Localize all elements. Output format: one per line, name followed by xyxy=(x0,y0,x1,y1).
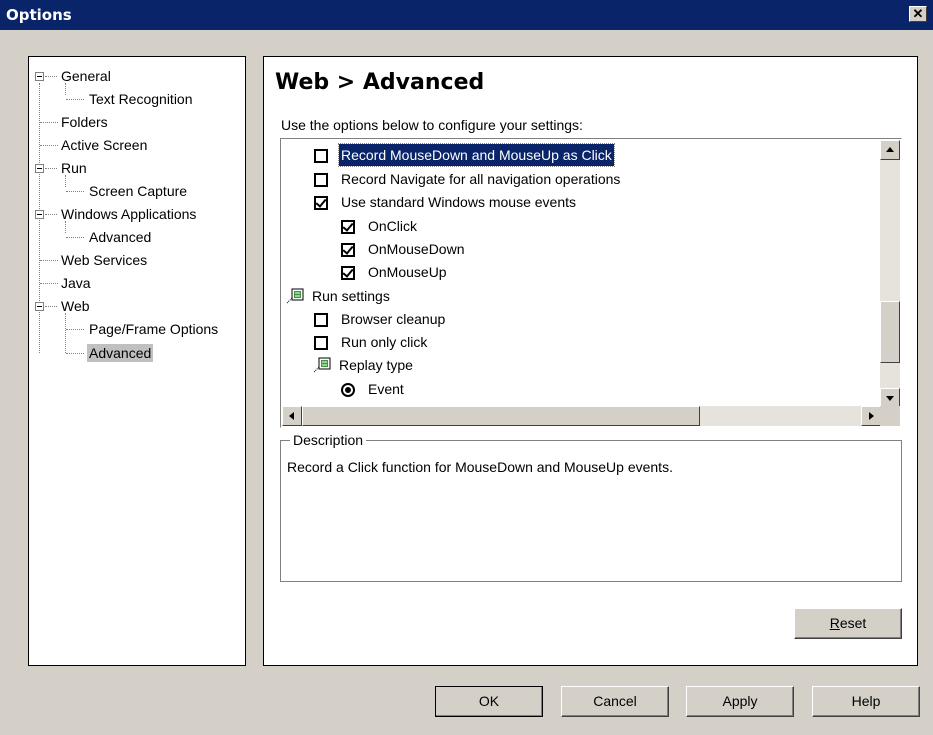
collapse-icon[interactable] xyxy=(35,210,44,219)
checkbox[interactable] xyxy=(314,196,328,210)
settings-group-icon xyxy=(286,288,304,304)
tree-connector xyxy=(45,214,57,216)
reset-button-label: Reset xyxy=(829,615,867,631)
collapse-icon[interactable] xyxy=(35,302,44,311)
checkbox[interactable] xyxy=(314,313,328,327)
close-button[interactable]: ✕ xyxy=(909,6,927,22)
checkbox[interactable] xyxy=(314,149,328,163)
option-label: OnClick xyxy=(368,218,418,234)
options-tree[interactable]: General Text Recognition Folders Active … xyxy=(28,56,246,666)
tree-connector xyxy=(40,283,58,285)
collapse-icon[interactable] xyxy=(35,72,44,81)
scroll-thumb-horizontal[interactable] xyxy=(302,406,700,426)
tree-connector xyxy=(66,329,84,331)
title-bar: Options ✕ xyxy=(0,0,933,30)
option-label: Event xyxy=(368,381,404,397)
horizontal-scrollbar[interactable] xyxy=(282,406,881,426)
scroll-left-button[interactable] xyxy=(282,406,302,426)
help-button[interactable]: Help xyxy=(812,686,920,717)
tree-connector xyxy=(40,145,58,147)
tree-item-java[interactable]: Java xyxy=(61,274,91,292)
tree-connector xyxy=(66,191,84,193)
tree-connector xyxy=(45,168,57,170)
apply-button-label: Apply xyxy=(722,693,758,709)
group-label: Run settings xyxy=(312,288,390,304)
collapse-icon[interactable] xyxy=(35,164,44,173)
description-text: Record a Click function for MouseDown an… xyxy=(287,459,673,475)
cancel-button[interactable]: Cancel xyxy=(561,686,669,717)
option-label: Run only click xyxy=(341,334,428,350)
tree-connector xyxy=(45,306,57,308)
help-button-label: Help xyxy=(851,693,881,709)
option-label: Record Navigate for all navigation opera… xyxy=(341,171,621,187)
intro-text: Use the options below to configure your … xyxy=(281,117,583,133)
tree-item-page-frame-options[interactable]: Page/Frame Options xyxy=(89,320,218,338)
scroll-down-button[interactable] xyxy=(880,388,900,408)
option-label: Use standard Windows mouse events xyxy=(341,194,576,210)
checkbox[interactable] xyxy=(314,336,328,350)
checkbox[interactable] xyxy=(341,220,355,234)
checkbox[interactable] xyxy=(341,266,355,280)
vertical-scrollbar[interactable] xyxy=(880,140,900,408)
option-label: OnMouseUp xyxy=(368,264,447,280)
description-label: Description xyxy=(290,432,367,448)
tree-item-web-advanced[interactable]: Advanced xyxy=(87,344,154,362)
checkbox[interactable] xyxy=(341,243,355,257)
cancel-button-label: Cancel xyxy=(593,693,637,709)
ok-button[interactable]: OK xyxy=(435,686,543,717)
arrow-down-icon xyxy=(886,396,894,401)
tree-connector xyxy=(66,353,84,355)
tree-item-windows-advanced[interactable]: Advanced xyxy=(89,228,151,246)
tree-item-web[interactable]: Web xyxy=(61,297,90,315)
tree-item-folders[interactable]: Folders xyxy=(61,113,108,131)
tree-item-active-screen[interactable]: Active Screen xyxy=(61,136,147,154)
tree-connector xyxy=(40,122,58,124)
arrow-up-icon xyxy=(886,147,894,152)
tree-connector xyxy=(66,99,84,101)
options-list[interactable]: Record MouseDown and MouseUp as Click Re… xyxy=(280,138,902,428)
ok-button-label: OK xyxy=(478,693,500,709)
tree-item-general[interactable]: General xyxy=(61,67,111,85)
tree-item-web-services[interactable]: Web Services xyxy=(61,251,147,269)
checkbox[interactable] xyxy=(314,173,328,187)
page-title: Web > Advanced xyxy=(275,70,485,95)
option-label: Record MouseDown and MouseUp as Click xyxy=(338,143,615,167)
option-label: Browser cleanup xyxy=(341,311,446,327)
arrow-left-icon xyxy=(289,412,294,420)
scroll-up-button[interactable] xyxy=(880,140,900,160)
window-title: Options xyxy=(6,6,72,24)
scroll-corner xyxy=(880,406,900,426)
tree-item-run[interactable]: Run xyxy=(61,159,87,177)
tree-connector xyxy=(66,237,84,239)
tree-connector xyxy=(45,76,57,78)
option-label: OnMouseDown xyxy=(368,241,465,257)
tree-connector xyxy=(40,260,58,262)
tree-connector xyxy=(65,313,67,353)
arrow-right-icon xyxy=(869,412,874,420)
scroll-thumb[interactable] xyxy=(880,301,900,363)
settings-group-icon xyxy=(313,357,331,373)
tree-item-screen-capture[interactable]: Screen Capture xyxy=(89,182,187,200)
tree-item-windows-applications[interactable]: Windows Applications xyxy=(61,205,196,223)
apply-button[interactable]: Apply xyxy=(686,686,794,717)
reset-button[interactable]: Reset xyxy=(794,608,902,639)
group-label: Replay type xyxy=(339,357,413,373)
radio-button[interactable] xyxy=(341,383,355,397)
tree-item-text-recognition[interactable]: Text Recognition xyxy=(89,90,193,108)
close-icon: ✕ xyxy=(912,6,924,21)
scroll-right-button[interactable] xyxy=(861,406,881,426)
